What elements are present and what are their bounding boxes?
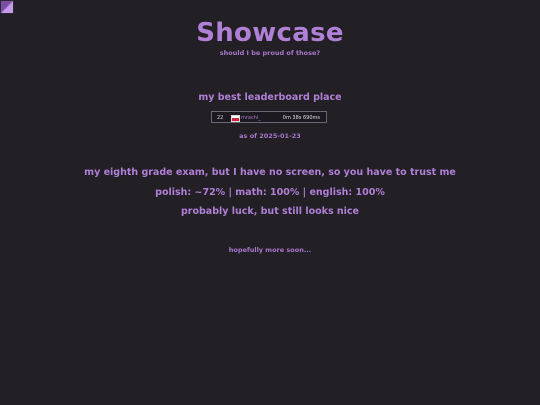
leaderboard-rank: 22	[217, 114, 224, 121]
purple-square-icon[interactable]	[0, 0, 14, 14]
leaderboard-entry[interactable]: 22 mrachi_ 0m 38s 690ms	[211, 111, 327, 123]
exam-note: probably luck, but still looks nice	[180, 206, 360, 217]
leaderboard-date: as of 2025-01-23	[239, 132, 301, 140]
leaderboard-heading: my best leaderboard place	[198, 92, 342, 103]
page-subtitle: should I be proud of those?	[219, 49, 321, 57]
page-title: Showcase	[196, 18, 344, 48]
poland-flag-icon	[231, 115, 240, 122]
leaderboard-player-name[interactable]: mrachi_	[241, 115, 261, 121]
exam-scores: polish: ~72% | math: 100% | english: 100…	[155, 187, 385, 198]
exam-title: my eighth grade exam, but I have no scre…	[84, 167, 456, 178]
more-soon-text: hopefully more soon...	[228, 246, 312, 254]
leaderboard-time: 0m 38s 690ms	[282, 114, 320, 121]
